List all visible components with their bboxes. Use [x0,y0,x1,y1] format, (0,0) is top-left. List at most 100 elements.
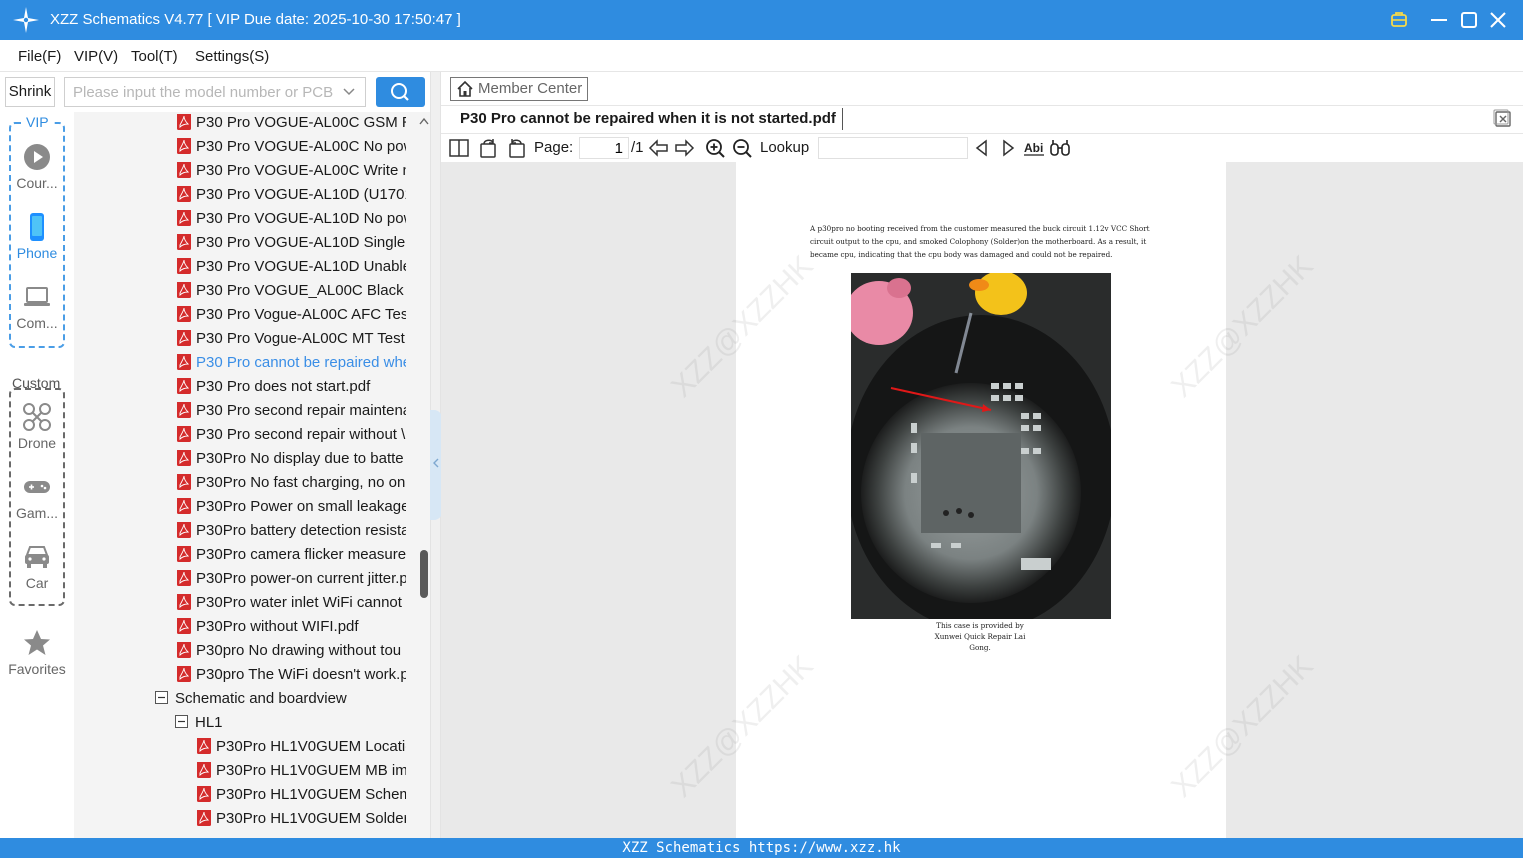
tree-file-item[interactable]: P30 Pro VOGUE-AL10D Unable [177,258,406,282]
tree-scrollbar-thumb[interactable] [420,550,428,598]
tree-file-item[interactable]: P30Pro HL1V0GUEM Solder . [197,810,406,834]
pdf-file-icon [177,378,191,394]
pdf-file-icon [197,762,211,778]
match-case-icon[interactable]: Abi [1023,137,1045,159]
tree-file-item[interactable]: P30 Pro VOGUE-AL00C No pow [177,138,406,162]
category-favorites[interactable]: Favorites [3,628,71,677]
tree-file-item[interactable]: P30 Pro second repair maintena [177,402,406,426]
tree-folder-item[interactable]: HL1 [175,714,406,738]
tab-divider [842,108,843,130]
page-label: Page: [534,139,574,156]
maximize-icon[interactable] [1457,8,1481,32]
collapse-toggle-icon[interactable] [175,714,188,728]
find-all-icon[interactable] [1049,137,1071,159]
close-tab-icon[interactable] [1493,109,1513,129]
tree-item-label: P30 Pro VOGUE-AL00C GSM Re [196,114,406,131]
tree-item-label: P30Pro No display due to batte [196,450,404,467]
menu-settings[interactable]: Settings(S) [195,48,269,65]
tree-file-item[interactable]: P30Pro Power on small leakage [177,498,406,522]
tree-file-item[interactable]: P30 Pro does not start.pdf [177,378,406,402]
arrow-left-icon[interactable] [648,137,670,159]
tree-item-label: P30 Pro second repair without \ [196,426,406,443]
tree-file-item[interactable]: P30Pro HL1V0GUEM Schema [197,786,406,810]
search-button[interactable] [376,77,425,107]
model-search-input[interactable] [73,82,333,102]
chevron-down-icon[interactable] [341,84,357,100]
pdf-file-icon [177,162,191,178]
tree-file-item[interactable]: P30Pro No display due to batte [177,450,406,474]
rotate-left-icon[interactable] [478,137,500,159]
category-drone[interactable]: Drone [6,402,68,451]
tree-file-item[interactable]: P30 Pro VOGUE-AL10D No pow [177,210,406,234]
category-label: Favorites [8,661,66,677]
tree-file-item[interactable]: P30Pro HL1V0GUEM MB ima [197,762,406,786]
tree-item-label: P30 Pro VOGUE-AL10D Unable [196,258,406,275]
pdf-file-icon [177,258,191,274]
tree-file-item[interactable]: P30Pro camera flicker measurer [177,546,406,570]
tree-item-label: P30Pro No fast charging, no on [196,474,406,491]
shrink-button[interactable]: Shrink [5,77,55,107]
tree-file-item[interactable]: P30 Pro VOGUE-AL00C GSM Re [177,114,406,138]
tree-file-item[interactable]: P30Pro without WIFI.pdf [177,618,406,642]
page-number-input[interactable] [579,137,629,159]
category-courses[interactable]: Cour... [6,142,68,191]
tree-item-label: HL1 [195,714,223,731]
tree-file-item[interactable]: P30 Pro VOGUE-AL10D (U1701 t [177,186,406,210]
title-bar: XZZ Schematics V4.77 [ VIP Due date: 202… [0,0,1523,40]
tree-file-item[interactable]: P30Pro water inlet WiFi cannot [177,594,406,618]
tree-folder-item[interactable]: Schematic and boardview [155,690,406,714]
tree-file-item[interactable]: P30Pro HL1V0GUEM Locatio [197,738,406,762]
find-previous-icon[interactable] [971,137,993,159]
pdf-file-icon [177,474,191,490]
minimize-icon[interactable] [1427,8,1451,32]
member-center-button[interactable]: Member Center [450,77,588,101]
rotate-right-icon[interactable] [505,137,527,159]
member-center-label: Member Center [478,80,583,97]
menu-vip[interactable]: VIP(V) [74,48,118,65]
vip-badge-icon[interactable] [1387,8,1411,32]
tree-file-item[interactable]: P30pro No drawing without tou [177,642,406,666]
tree-file-item[interactable]: P30 Pro second repair without \ [177,426,406,450]
arrow-right-icon[interactable] [673,137,695,159]
tree-file-item[interactable]: P30Pro No fast charging, no on [177,474,406,498]
document-tab[interactable]: P30 Pro cannot be repaired when it is no… [460,110,836,127]
tree-file-item[interactable]: P30pro The WiFi doesn't work.p [177,666,406,690]
model-search-combobox[interactable] [64,77,366,107]
laptop-icon [24,287,50,306]
collapse-toggle-icon[interactable] [155,690,168,704]
motherboard-photo [851,273,1111,619]
close-icon[interactable] [1486,8,1510,32]
menu-tool[interactable]: Tool(T) [131,48,178,65]
find-next-icon[interactable] [997,137,1019,159]
tree-file-item[interactable]: P30Pro battery detection resista [177,522,406,546]
pdf-file-icon [177,666,191,682]
category-phone[interactable]: Phone [6,212,68,261]
pdf-file-icon [177,234,191,250]
tree-file-item[interactable]: P30 Pro Vogue-AL00C AFC Test [177,306,406,330]
tree-file-item[interactable]: P30 Pro cannot be repaired whe [177,354,406,378]
tree-item-label: P30Pro without WIFI.pdf [196,618,359,635]
tree-file-item[interactable]: P30 Pro VOGUE_AL00C Black scr [177,282,406,306]
tree-file-item[interactable]: P30 Pro VOGUE-AL00C Write nu [177,162,406,186]
pdf-file-icon [177,330,191,346]
zoom-out-icon[interactable] [731,137,753,159]
category-label: Drone [17,435,57,451]
category-game[interactable]: Gam... [6,472,68,521]
tree-item-label: P30 Pro VOGUE-AL00C No pow [196,138,406,155]
tree-file-item[interactable]: P30Pro power-on current jitter.p [177,570,406,594]
menu-file[interactable]: File(F) [18,48,61,65]
scroll-up-icon[interactable] [418,116,430,126]
sidebar-toggle-icon[interactable] [448,137,470,159]
lookup-input[interactable] [818,137,968,159]
document-paragraph: A p30pro no booting received from the cu… [810,224,1150,259]
pdf-file-icon [177,642,191,658]
category-car[interactable]: Car [6,542,68,591]
pdf-file-icon [177,138,191,154]
zoom-in-icon[interactable] [704,137,726,159]
tree-file-item[interactable]: P30 Pro VOGUE-AL10D Single s [177,234,406,258]
tree-file-item[interactable]: P30 Pro Vogue-AL00C MT Test t [177,330,406,354]
gamepad-icon [24,481,50,493]
tree-item-label: P30 Pro Vogue-AL00C MT Test t [196,330,406,347]
category-computer[interactable]: Com... [6,282,68,331]
pdf-file-icon [197,738,211,754]
